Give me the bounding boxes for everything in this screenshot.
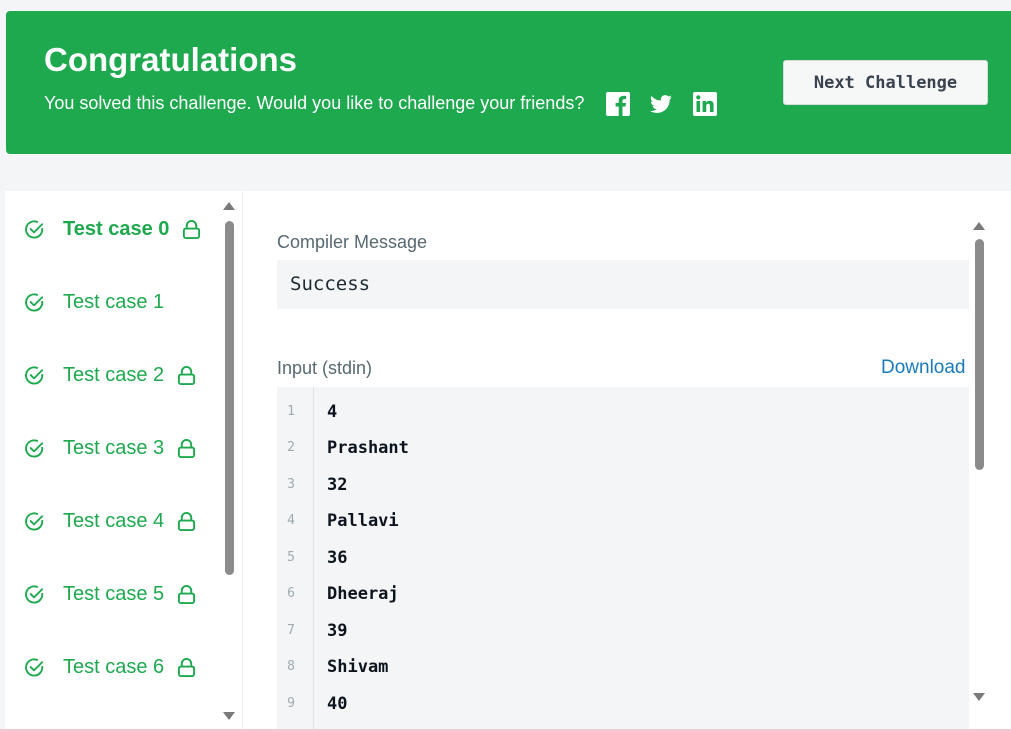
- lock-icon: [178, 584, 196, 604]
- line-text: 4: [327, 402, 338, 422]
- input-code-viewer: 14 2 Prashant 3 32 4 Pallavi 5 36 6 Dheeraj 7…: [277, 387, 969, 732]
- test-case-label: Test case 3: [63, 436, 165, 459]
- facebook-icon[interactable]: [605, 91, 631, 117]
- line-text: Dheeraj: [327, 584, 399, 604]
- test-case-label: Test case 6: [63, 655, 165, 678]
- lock-icon: [178, 657, 196, 677]
- sidebar-scrollbar-thumb[interactable]: [225, 221, 234, 575]
- check-circle-icon: [25, 657, 44, 677]
- code-line: 9 40: [277, 686, 969, 722]
- line-number: 7: [287, 623, 295, 638]
- line-number: 3: [287, 477, 295, 492]
- code-line: 8 Shivam: [277, 649, 969, 685]
- line-number: 6: [287, 586, 295, 601]
- code-line: 7 39: [277, 613, 969, 649]
- check-circle-icon: [25, 511, 44, 531]
- line-number: 2: [287, 440, 295, 455]
- lock-icon: [183, 219, 201, 239]
- code-line: 2 Prashant: [277, 430, 969, 466]
- check-circle-icon: [25, 219, 44, 239]
- test-case-item[interactable]: Test case 4: [24, 506, 196, 536]
- results-panel: Test case 0 Test case 1 Test case 2 Test…: [5, 191, 1011, 732]
- input-stdin-label: Input (stdin): [277, 358, 373, 378]
- test-case-label: Test case 0: [63, 217, 170, 240]
- lock-icon: [178, 511, 196, 531]
- test-case-item[interactable]: Test case 1: [24, 287, 164, 317]
- twitter-icon[interactable]: [648, 91, 674, 117]
- lock-icon: [178, 438, 196, 458]
- compiler-message-text: Success: [290, 273, 371, 295]
- test-case-item[interactable]: Test case 3: [24, 433, 196, 463]
- success-banner: Congratulations You solved this challeng…: [6, 11, 1011, 154]
- code-line: 3 32: [277, 467, 969, 503]
- compiler-message-label: Compiler Message: [277, 232, 428, 252]
- sidebar-scroll-up-arrow[interactable]: [223, 202, 235, 210]
- test-case-item[interactable]: Test case 0: [24, 214, 201, 244]
- content-scroll-down-arrow[interactable]: [973, 693, 985, 701]
- banner-subtitle: You solved this challenge. Would you lik…: [44, 93, 585, 113]
- compiler-message-box: Success: [277, 260, 969, 309]
- line-number: 9: [287, 696, 295, 711]
- line-text: Pallavi: [327, 511, 399, 531]
- check-circle-icon: [25, 292, 44, 312]
- line-text: 39: [327, 621, 348, 641]
- sidebar-scroll-down-arrow[interactable]: [223, 712, 235, 720]
- next-challenge-button[interactable]: Next Challenge: [783, 60, 988, 105]
- linkedin-icon[interactable]: [692, 91, 718, 117]
- content-scroll-up-arrow[interactable]: [973, 222, 985, 230]
- code-line: 5 36: [277, 540, 969, 576]
- line-number: 1: [287, 404, 295, 419]
- check-circle-icon: [25, 365, 44, 385]
- line-text: 32: [327, 475, 348, 495]
- line-text: Shivam: [327, 657, 389, 677]
- line-number: 4: [287, 513, 295, 528]
- check-circle-icon: [25, 584, 44, 604]
- test-case-item[interactable]: Test case 2: [24, 360, 196, 390]
- banner-title: Congratulations: [44, 41, 297, 78]
- test-case-item[interactable]: Test case 6: [24, 652, 196, 682]
- line-number: 5: [287, 550, 295, 565]
- test-case-item[interactable]: Test case 5: [24, 579, 196, 609]
- code-line: 6 Dheeraj: [277, 576, 969, 612]
- code-line: 14: [277, 394, 969, 430]
- test-case-label: Test case 2: [63, 363, 165, 386]
- test-case-label: Test case 1: [63, 290, 165, 313]
- line-number: 8: [287, 659, 295, 674]
- check-circle-icon: [25, 438, 44, 458]
- code-line: 4 Pallavi: [277, 503, 969, 539]
- download-link[interactable]: Download: [881, 357, 966, 379]
- lock-icon: [178, 365, 196, 385]
- content-scrollbar-thumb[interactable]: [975, 239, 984, 470]
- line-text: 36: [327, 548, 348, 568]
- test-case-sidebar: Test case 0 Test case 1 Test case 2 Test…: [5, 191, 243, 732]
- line-text: 40: [327, 694, 348, 714]
- test-case-label: Test case 4: [63, 509, 165, 532]
- test-case-label: Test case 5: [63, 582, 165, 605]
- line-text: Prashant: [327, 438, 409, 458]
